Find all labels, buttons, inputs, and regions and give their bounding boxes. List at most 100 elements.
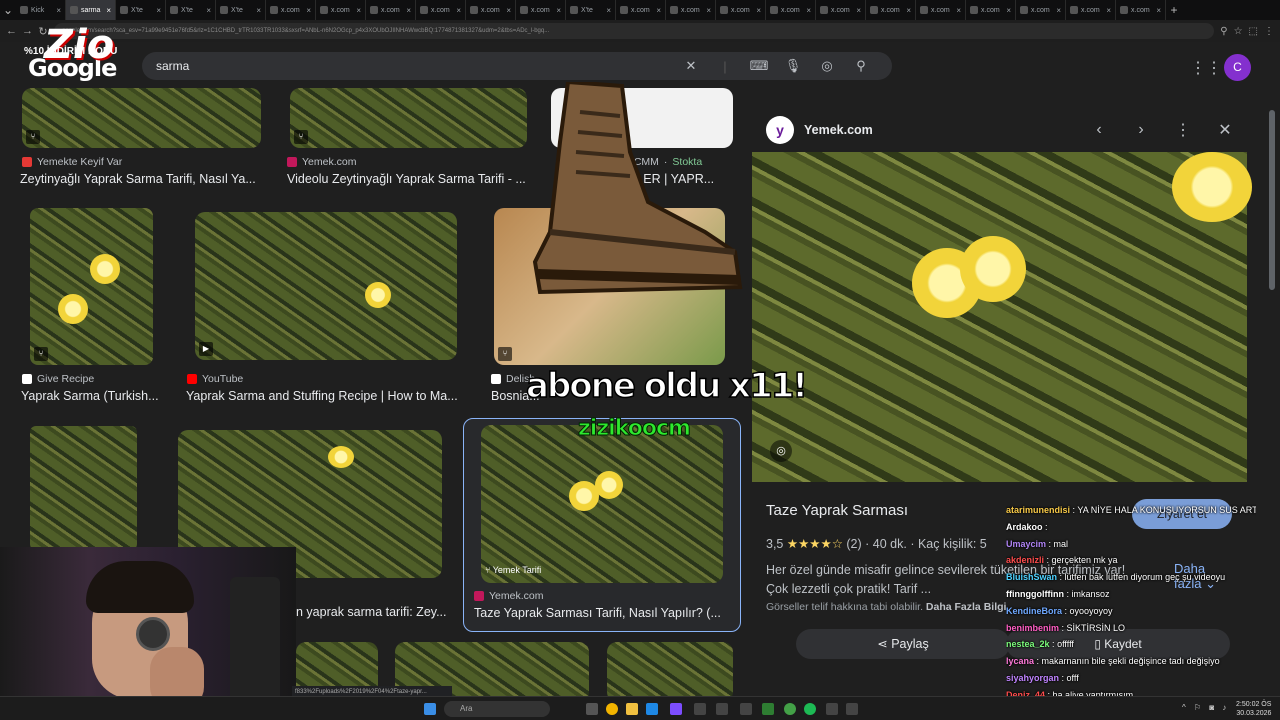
browser-tab[interactable]: x.com × [716, 0, 766, 20]
result-source[interactable]: YouTube [187, 373, 243, 385]
scrollbar-thumb[interactable] [1269, 110, 1275, 290]
selected-result-card[interactable]: ⑂ Yemek Tarifi Yemek.com Taze Yaprak Sar… [463, 418, 741, 632]
search-icon[interactable]: ⚲ [844, 58, 878, 74]
close-tab-icon[interactable]: × [456, 6, 461, 15]
forward-arrow-icon[interactable]: → [22, 25, 33, 37]
close-tab-icon[interactable]: × [356, 6, 361, 15]
browser-tab[interactable]: sarma × [66, 0, 116, 20]
lens-search-icon[interactable]: ◎ [770, 440, 792, 462]
result-thumbnail[interactable]: ⑂ [290, 88, 527, 148]
browser-tab[interactable]: X'te × [166, 0, 216, 20]
browser-tab[interactable]: x.com × [266, 0, 316, 20]
next-arrow-icon[interactable]: › [1120, 121, 1162, 139]
browser-tab[interactable]: x.com × [1116, 0, 1166, 20]
windows-start-icon[interactable] [424, 703, 436, 715]
close-tab-icon[interactable]: × [306, 6, 311, 15]
close-tab-icon[interactable]: × [256, 6, 261, 15]
browser-tab[interactable]: x.com × [1016, 0, 1066, 20]
close-tab-icon[interactable]: × [906, 6, 911, 15]
result-source[interactable]: Yemek.com [287, 156, 356, 168]
result-title[interactable]: Videolu Zeytinyağlı Yaprak Sarma Tarifi … [287, 172, 535, 186]
result-thumbnail[interactable]: ⑂ Yemek Tarifi [481, 425, 723, 583]
app-icon[interactable] [826, 703, 838, 715]
close-tab-icon[interactable]: × [856, 6, 861, 15]
close-tab-icon[interactable]: × [1106, 6, 1111, 15]
tab-search-icon[interactable]: ⌄ [0, 3, 16, 17]
preview-image[interactable]: ◎ [752, 152, 1252, 482]
avatar[interactable]: C [1224, 54, 1251, 81]
result-title[interactable]: Zeytinyağlı Yaprak Sarma Tarifi, Nasıl Y… [20, 172, 264, 186]
browser-tab[interactable]: X'te × [116, 0, 166, 20]
close-tab-icon[interactable]: × [156, 6, 161, 15]
learn-more-link[interactable]: Daha Fazla Bilgi [926, 601, 1007, 613]
result-thumbnail[interactable]: ⑂ [30, 208, 153, 365]
new-tab-icon[interactable]: + [1166, 3, 1182, 17]
app-icon[interactable] [846, 703, 858, 715]
close-tab-icon[interactable]: × [956, 6, 961, 15]
browser-tab[interactable]: x.com × [416, 0, 466, 20]
bookmark-star-icon[interactable]: ☆ [1234, 26, 1243, 37]
close-tab-icon[interactable]: × [806, 6, 811, 15]
result-title[interactable]: Taze Yaprak Sarması Tarifi, Nasıl Yapılı… [474, 606, 732, 620]
result-thumbnail[interactable] [607, 642, 733, 702]
result-title[interactable]: Yaprak Sarma and Stuffing Recipe | How t… [186, 389, 466, 403]
close-tab-icon[interactable]: × [1056, 6, 1061, 15]
clear-icon[interactable]: ✕ [674, 58, 708, 74]
page-scrollbar[interactable] [1268, 90, 1276, 690]
browser-tab[interactable]: X'te × [566, 0, 616, 20]
close-tab-icon[interactable]: × [1156, 6, 1161, 15]
browser-tab[interactable]: x.com × [366, 0, 416, 20]
system-tray-icons[interactable]: ^ ⚐ ◙ ♪ [1182, 703, 1229, 712]
menu-dots-icon[interactable]: ⋮ [1264, 26, 1274, 37]
browser-tab[interactable]: x.com × [966, 0, 1016, 20]
browser-tab[interactable]: X'te × [216, 0, 266, 20]
browser-tab[interactable]: x.com × [516, 0, 566, 20]
close-tab-icon[interactable]: × [406, 6, 411, 15]
browser-tab[interactable]: x.com × [666, 0, 716, 20]
close-tab-icon[interactable]: × [506, 6, 511, 15]
close-tab-icon[interactable]: × [106, 6, 111, 15]
url-field[interactable]: google.com/search?sca_esv=71a99e9451e76f… [54, 23, 1215, 39]
previous-arrow-icon[interactable]: ‹ [1078, 121, 1120, 139]
result-title[interactable]: n yaprak sarma tarifi: Zey... [296, 605, 452, 619]
browser-tab[interactable]: x.com × [466, 0, 516, 20]
preview-site-name[interactable]: Yemek.com [804, 123, 1078, 137]
discord-icon[interactable] [670, 703, 682, 715]
browser-tab[interactable]: x.com × [766, 0, 816, 20]
browser-tab[interactable]: x.com × [1066, 0, 1116, 20]
task-view-icon[interactable] [586, 703, 598, 715]
result-thumbnail[interactable]: ⑂ [22, 88, 261, 148]
close-tab-icon[interactable]: × [706, 6, 711, 15]
browser-tab[interactable]: x.com × [616, 0, 666, 20]
app-icon[interactable] [694, 703, 706, 715]
edge-icon[interactable] [646, 703, 658, 715]
browser-tab[interactable]: x.com × [816, 0, 866, 20]
app-icon[interactable] [762, 703, 774, 715]
result-source[interactable]: Yemekte Keyif Var [22, 156, 122, 168]
browser-tab[interactable]: x.com × [316, 0, 366, 20]
result-thumbnail[interactable]: ▶ [195, 212, 457, 360]
result-source[interactable]: Give Recipe [22, 373, 94, 385]
spotify-icon[interactable] [804, 703, 816, 715]
search-box[interactable]: sarma ✕ | ⌨ 🎙 ◎ ⚲ [142, 52, 892, 80]
close-tab-icon[interactable]: × [1006, 6, 1011, 15]
zoom-icon[interactable]: ⚲ [1220, 26, 1227, 37]
search-input[interactable]: sarma [156, 59, 674, 73]
app-icon[interactable] [784, 703, 796, 715]
taskbar-search[interactable]: Ara [444, 701, 550, 717]
close-tab-icon[interactable]: × [756, 6, 761, 15]
share-button[interactable]: ⋖ Paylaş [796, 629, 1010, 659]
close-tab-icon[interactable]: × [656, 6, 661, 15]
close-tab-icon[interactable]: × [556, 6, 561, 15]
lens-icon[interactable]: ◎ [810, 58, 844, 74]
app-icon[interactable] [716, 703, 728, 715]
keyboard-icon[interactable]: ⌨ [742, 58, 776, 74]
result-thumbnail[interactable] [30, 426, 137, 550]
browser-tab[interactable]: x.com × [866, 0, 916, 20]
chrome-icon[interactable] [606, 703, 618, 715]
extensions-icon[interactable]: ⬚ [1249, 26, 1258, 37]
close-icon[interactable]: ✕ [1204, 120, 1246, 140]
result-source[interactable]: Yemek.com [474, 590, 543, 602]
back-arrow-icon[interactable]: ← [6, 25, 17, 37]
close-tab-icon[interactable]: × [206, 6, 211, 15]
